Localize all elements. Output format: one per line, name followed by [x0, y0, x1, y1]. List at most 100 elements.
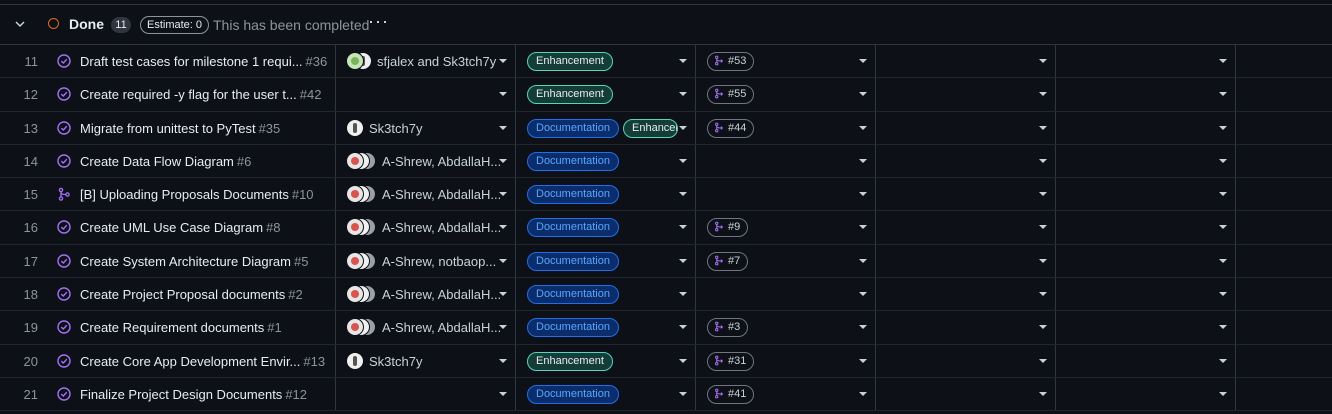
field-cell[interactable]	[876, 144, 1056, 178]
field-cell[interactable]	[876, 211, 1056, 244]
labels-cell[interactable]: Documentation	[516, 144, 696, 178]
labels-dropdown-icon[interactable]	[679, 391, 687, 396]
field-cell[interactable]	[1056, 344, 1236, 377]
assignees-cell[interactable]: A-Shrew, AbdallaH...	[336, 311, 516, 344]
title-cell[interactable]: Create Data Flow Diagram #6	[48, 144, 336, 178]
assignees-cell[interactable]: Sk3tch7y	[336, 344, 516, 377]
title-cell[interactable]: Create Project Proposal documents #2	[48, 278, 336, 311]
linked-pr-cell[interactable]: #44	[696, 111, 876, 144]
linked-pr-dropdown-icon[interactable]	[859, 92, 867, 97]
field-cell[interactable]	[876, 244, 1056, 278]
assignees-dropdown-icon[interactable]	[499, 325, 507, 330]
labels-cell[interactable]: Enhancement	[516, 78, 696, 111]
field-cell[interactable]	[1056, 78, 1236, 111]
assignees-dropdown-icon[interactable]	[499, 258, 507, 263]
field-dropdown-icon[interactable]	[1219, 125, 1227, 130]
field-cell[interactable]	[876, 178, 1056, 211]
linked-pr-dropdown-icon[interactable]	[859, 59, 867, 63]
assignees-dropdown-icon[interactable]	[499, 125, 507, 130]
field-dropdown-icon[interactable]	[1219, 358, 1227, 363]
labels-dropdown-icon[interactable]	[679, 258, 687, 263]
issue-number[interactable]: #12	[285, 387, 307, 402]
assignees-dropdown-icon[interactable]	[499, 292, 507, 297]
field-cell[interactable]	[1056, 111, 1236, 144]
linked-pr-cell[interactable]	[696, 278, 876, 311]
assignees-dropdown-icon[interactable]	[499, 358, 507, 363]
linked-pr-number[interactable]: #3	[728, 321, 740, 333]
item-title-text[interactable]: Migrate from unittest to PyTest	[80, 121, 256, 136]
labels-cell[interactable]: Documentation	[516, 311, 696, 344]
title-cell[interactable]: Create UML Use Case Diagram #8	[48, 211, 336, 244]
labels-dropdown-icon[interactable]	[679, 292, 687, 297]
labels-cell[interactable]: Enhancement	[516, 45, 696, 78]
field-cell[interactable]	[876, 377, 1056, 411]
field-dropdown-icon[interactable]	[1219, 391, 1227, 396]
table-row[interactable]: 18 Create Project Proposal documents #2 A-S…	[0, 278, 1332, 312]
item-title[interactable]: Create System Architecture Diagram #5	[80, 254, 308, 269]
assignees-dropdown-icon[interactable]	[499, 92, 507, 97]
labels-cell[interactable]: Documentation	[516, 377, 696, 411]
title-cell[interactable]: Create System Architecture Diagram #5	[48, 244, 336, 278]
linked-pr-dropdown-icon[interactable]	[859, 258, 867, 263]
assignees-cell[interactable]: sfjalex and Sk3tch7y	[336, 45, 516, 78]
linked-pr-cell[interactable]: #55	[696, 78, 876, 111]
issue-number[interactable]: #42	[300, 87, 322, 102]
linked-pr-cell[interactable]: #53	[696, 45, 876, 78]
linked-pr-number[interactable]: #41	[728, 388, 746, 400]
issue-number[interactable]: #36	[306, 54, 328, 69]
item-title-text[interactable]: Create required -y flag for the user t..…	[80, 87, 297, 102]
item-title[interactable]: Create required -y flag for the user t..…	[80, 87, 321, 102]
linked-pr-badge[interactable]: #3	[707, 318, 749, 338]
assignees-cell[interactable]: A-Shrew, AbdallaH...	[336, 278, 516, 311]
linked-pr-dropdown-icon[interactable]	[859, 225, 867, 230]
field-dropdown-icon[interactable]	[1219, 325, 1227, 330]
linked-pr-cell[interactable]	[696, 144, 876, 178]
field-cell[interactable]	[1236, 78, 1332, 110]
field-cell[interactable]	[1236, 278, 1332, 310]
linked-pr-cell[interactable]: #3	[696, 311, 876, 344]
linked-pr-badge[interactable]: #7	[707, 251, 749, 271]
field-dropdown-icon[interactable]	[1039, 325, 1047, 330]
item-title[interactable]: Create Requirement documents #1	[80, 320, 282, 335]
field-cell[interactable]	[876, 311, 1056, 344]
title-cell[interactable]: Create Core App Development Envir... #13	[48, 344, 336, 377]
linked-pr-badge[interactable]: #55	[707, 85, 755, 105]
field-cell[interactable]	[1236, 378, 1332, 410]
field-cell[interactable]	[1056, 278, 1236, 311]
linked-pr-dropdown-icon[interactable]	[859, 292, 867, 297]
item-title-text[interactable]: Create Core App Development Envir...	[80, 354, 300, 369]
issue-number[interactable]: #5	[294, 254, 308, 269]
field-dropdown-icon[interactable]	[1219, 258, 1227, 263]
field-dropdown-icon[interactable]	[1039, 292, 1047, 297]
field-cell[interactable]	[876, 111, 1056, 144]
item-title[interactable]: Create Project Proposal documents #2	[80, 287, 303, 302]
linked-pr-badge[interactable]: #41	[707, 384, 755, 404]
field-dropdown-icon[interactable]	[1219, 192, 1227, 197]
linked-pr-cell[interactable]: #7	[696, 244, 876, 278]
linked-pr-number[interactable]: #55	[728, 88, 746, 100]
table-row[interactable]: 16 Create UML Use Case Diagram #8 A-Shrew, …	[0, 211, 1332, 245]
field-cell[interactable]	[876, 78, 1056, 111]
field-dropdown-icon[interactable]	[1039, 59, 1047, 63]
linked-pr-dropdown-icon[interactable]	[859, 325, 867, 330]
table-row[interactable]: 13 Migrate from unittest to PyTest #35 Sk3t…	[0, 111, 1332, 145]
table-row[interactable]: 15 [B] Uploading Proposals Documents #10 A-…	[0, 178, 1332, 212]
field-dropdown-icon[interactable]	[1039, 125, 1047, 130]
labels-dropdown-icon[interactable]	[679, 358, 687, 363]
item-title[interactable]: [B] Uploading Proposals Documents #10	[80, 187, 314, 202]
field-dropdown-icon[interactable]	[1039, 192, 1047, 197]
labels-dropdown-icon[interactable]	[679, 225, 687, 230]
table-row[interactable]: 20 Create Core App Development Envir... #1…	[0, 344, 1332, 378]
issue-number[interactable]: #10	[292, 187, 314, 202]
field-cell[interactable]	[1236, 45, 1332, 77]
linked-pr-dropdown-icon[interactable]	[859, 192, 867, 197]
labels-cell[interactable]: DocumentationEnhancement	[516, 111, 696, 144]
field-cell[interactable]	[1056, 244, 1236, 278]
assignees-cell[interactable]	[336, 377, 516, 411]
title-cell[interactable]: [B] Uploading Proposals Documents #10	[48, 178, 336, 211]
table-row[interactable]: 21 Finalize Project Design Documents #12 Do…	[0, 377, 1332, 412]
title-cell[interactable]: Draft test cases for milestone 1 requi..…	[48, 45, 336, 78]
labels-dropdown-icon[interactable]	[679, 59, 687, 63]
linked-pr-dropdown-icon[interactable]	[859, 358, 867, 363]
assignees-dropdown-icon[interactable]	[499, 391, 507, 396]
